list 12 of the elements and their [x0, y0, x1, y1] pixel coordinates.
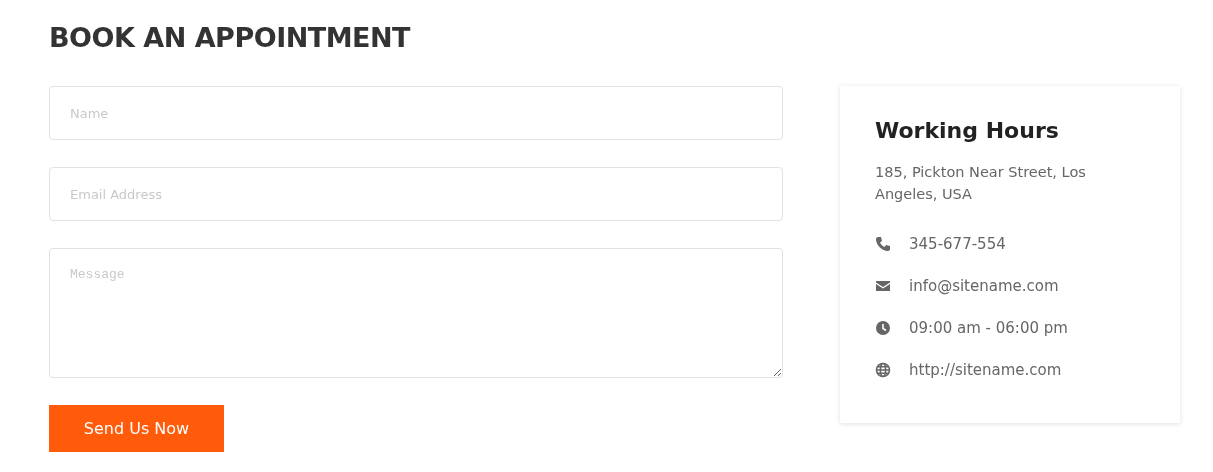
contact-text: 345-677-554 [909, 235, 1006, 253]
send-button[interactable]: Send Us Now [49, 405, 224, 452]
contact-text: info@sitename.com [909, 277, 1059, 295]
page-heading: BOOK AN APPOINTMENT [49, 21, 412, 55]
card-title: Working Hours [875, 118, 1060, 143]
globe-icon [875, 362, 891, 378]
envelope-icon [875, 278, 891, 294]
address-text: 185, Pickton Near Street, Los Angeles, USA [875, 163, 1087, 204]
contact-text: http://sitename.com [909, 361, 1062, 379]
clock-icon [875, 320, 891, 336]
contact-text: 09:00 am - 06:00 pm [909, 319, 1068, 337]
phone-icon [875, 236, 891, 252]
